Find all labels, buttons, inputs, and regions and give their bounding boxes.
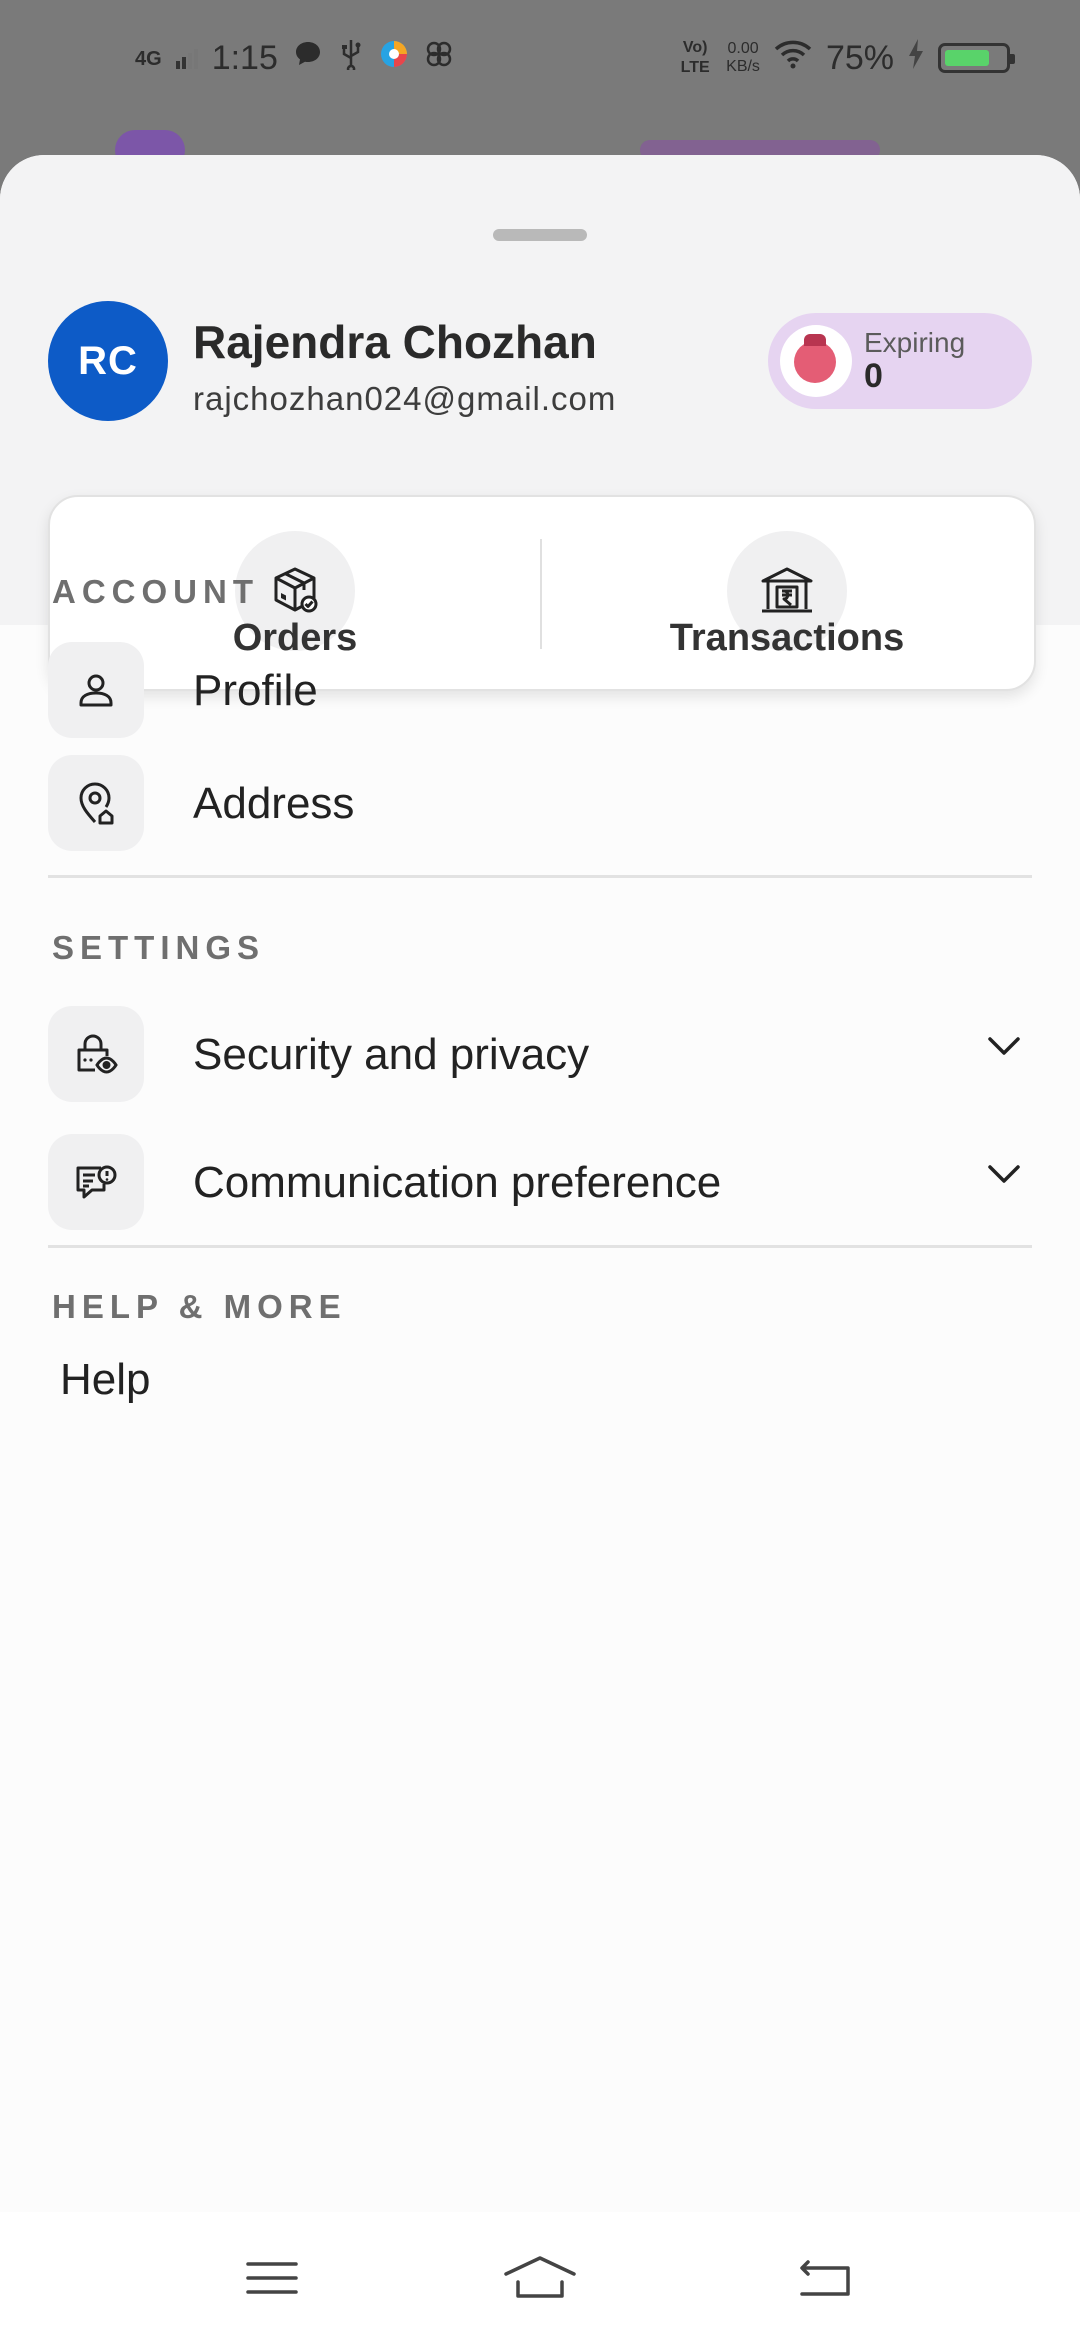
menu-item-label: Security and privacy bbox=[193, 1030, 590, 1079]
menu-item-label: Address bbox=[193, 779, 355, 828]
battery-percentage: 75% bbox=[825, 38, 894, 77]
signal-icon bbox=[175, 39, 198, 78]
user-email: rajchozhan024@gmail.com bbox=[193, 380, 617, 417]
menu-icon[interactable] bbox=[242, 2248, 302, 2308]
status-bar-right: Vo) LTE 0.00 KB/s 75% bbox=[678, 38, 1015, 78]
menu-item-profile[interactable]: Profile bbox=[48, 642, 1032, 742]
status-bar: 4G 1:15 Vo) LTE 0.00 KB/s 75% bbox=[0, 0, 1080, 120]
clock: 1:15 bbox=[211, 39, 278, 77]
section-divider bbox=[48, 875, 1032, 878]
browser-app-icon bbox=[378, 38, 410, 79]
chevron-down-icon[interactable] bbox=[986, 1162, 1022, 1191]
volte-indicator: Vo) LTE bbox=[680, 39, 710, 76]
message-alert-icon bbox=[48, 1134, 144, 1230]
home-icon[interactable] bbox=[500, 2248, 580, 2308]
section-title-help-and-more: HELP & MORE bbox=[52, 1288, 347, 1325]
wifi-icon bbox=[774, 39, 812, 78]
section-title-settings: SETTINGS bbox=[52, 929, 266, 966]
chat-notification-icon bbox=[292, 38, 324, 79]
charging-bolt-icon bbox=[908, 38, 924, 78]
expiring-value: 0 bbox=[864, 357, 883, 395]
expiring-label: Expiring bbox=[864, 327, 966, 358]
expiring-coins-pill[interactable]: Expiring 0 bbox=[768, 313, 1032, 409]
avatar[interactable]: RC bbox=[48, 301, 168, 421]
account-bottom-sheet: RC Rajendra Chozhan rajchozhan024@gmail.… bbox=[0, 155, 1080, 2340]
battery-icon bbox=[938, 43, 1015, 73]
drag-handle[interactable] bbox=[493, 229, 587, 241]
person-icon bbox=[48, 642, 144, 738]
expiring-coin-icon bbox=[780, 325, 852, 397]
menu-item-label: Profile bbox=[193, 666, 318, 715]
menu-item-address[interactable]: Address bbox=[48, 755, 1032, 855]
network-type: 4G bbox=[135, 47, 162, 70]
back-icon[interactable] bbox=[794, 2248, 854, 2308]
menu-item-help[interactable]: Help bbox=[60, 1355, 151, 1405]
data-speed: 0.00 KB/s bbox=[726, 40, 760, 76]
chevron-down-icon[interactable] bbox=[986, 1034, 1022, 1063]
pinwheel-app-icon bbox=[424, 39, 454, 78]
data-speed-unit: KB/s bbox=[726, 58, 760, 75]
section-divider bbox=[48, 1245, 1032, 1248]
status-bar-left: 4G 1:15 bbox=[135, 38, 454, 79]
menu-item-security-and-privacy[interactable]: Security and privacy bbox=[48, 1006, 1032, 1106]
menu-item-communication-preference[interactable]: Communication preference bbox=[48, 1134, 1032, 1234]
menu-item-label: Communication preference bbox=[193, 1158, 722, 1207]
lock-eye-icon bbox=[48, 1006, 144, 1102]
system-navigation-bar bbox=[0, 2212, 1080, 2340]
battery-fill bbox=[945, 50, 989, 66]
data-speed-value: 0.00 bbox=[727, 40, 759, 57]
user-name: Rajendra Chozhan bbox=[193, 316, 597, 368]
location-home-icon bbox=[48, 755, 144, 851]
section-title-account: ACCOUNT bbox=[52, 573, 259, 610]
usb-icon bbox=[338, 38, 364, 79]
